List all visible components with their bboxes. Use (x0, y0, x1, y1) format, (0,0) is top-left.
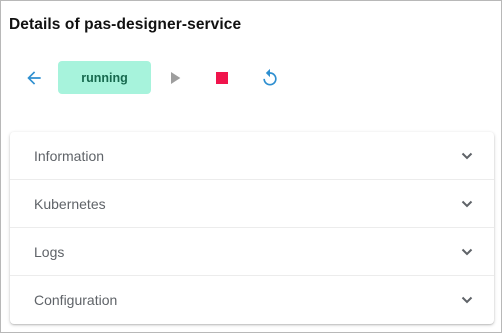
play-icon (171, 72, 181, 84)
page-title: Details of pas-designer-service (9, 16, 242, 33)
stop-icon (216, 72, 228, 84)
app-window: Details of pas-designer-service running (0, 0, 502, 333)
chevron-down-icon (460, 149, 474, 163)
back-button[interactable] (17, 61, 51, 95)
panel-information[interactable]: Information (10, 132, 494, 180)
status-badge: running (58, 61, 151, 94)
panel-configuration[interactable]: Configuration (10, 276, 494, 324)
panel-title: Logs (34, 243, 65, 260)
panel-title: Information (34, 147, 105, 164)
panel-logs[interactable]: Logs (10, 228, 494, 276)
chevron-down-icon (460, 245, 474, 259)
service-toolbar: running (1, 61, 501, 95)
restart-icon (263, 68, 277, 86)
chevron-down-icon (460, 293, 474, 307)
start-button[interactable] (158, 61, 192, 95)
restart-button[interactable] (253, 61, 287, 95)
panel-title: Configuration (34, 292, 118, 308)
panel-kubernetes[interactable]: Kubernetes (10, 180, 494, 228)
chevron-down-icon (460, 197, 474, 211)
stop-button[interactable] (205, 61, 239, 95)
panel-title: Kubernetes (34, 195, 106, 212)
arrow-left-icon (27, 71, 41, 85)
details-accordion: Information Kubernetes Logs Configuratio… (10, 132, 494, 324)
